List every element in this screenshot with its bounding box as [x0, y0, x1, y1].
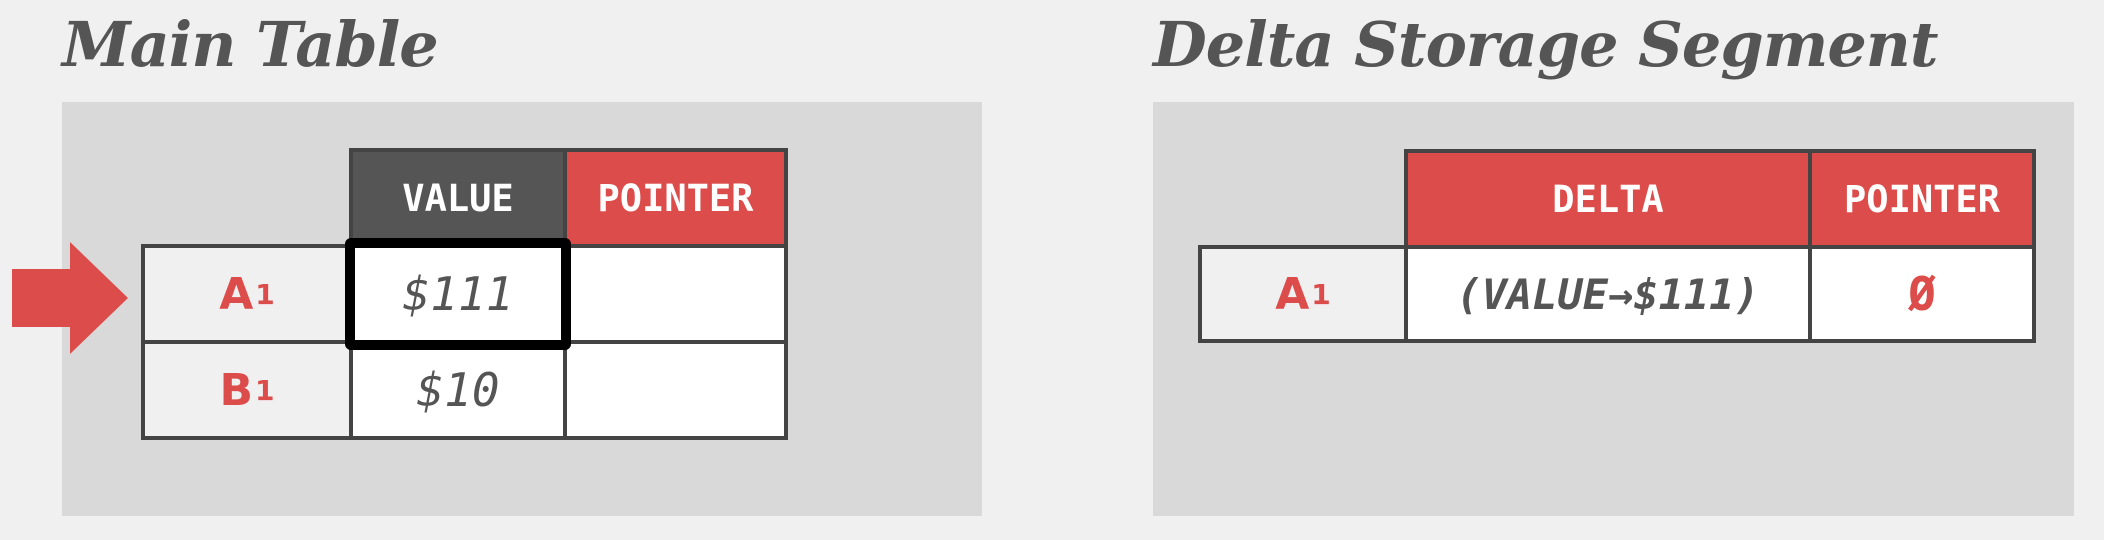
main-header-pointer: POINTER	[563, 148, 788, 248]
main-row-key-a1: A1	[141, 244, 353, 344]
main-header-value: VALUE	[349, 148, 567, 248]
key-letter: A	[1275, 268, 1310, 320]
main-row-pointer-b1	[563, 340, 788, 440]
delta-row-delta-a1: (VALUE→$111)	[1404, 245, 1812, 343]
highlighted-value-cell	[345, 238, 571, 350]
delta-header-delta: DELTA	[1404, 149, 1812, 249]
delta-row-pointer-a1: Ø	[1808, 245, 2036, 343]
main-row-key-b1: B1	[141, 340, 353, 440]
main-row-value-b1: $10	[349, 340, 567, 440]
delta-storage-title: Delta Storage Segment	[1153, 8, 1938, 81]
key-letter: B	[219, 364, 254, 416]
main-row-pointer-a1	[563, 244, 788, 344]
delta-row-key-a1: A1	[1198, 245, 1408, 343]
key-letter: A	[219, 268, 254, 320]
key-subscript: 1	[1311, 277, 1331, 311]
right-arrow-icon	[12, 242, 128, 354]
main-table-title: Main Table	[62, 8, 439, 81]
delta-header-pointer: POINTER	[1808, 149, 2036, 249]
key-subscript: 1	[255, 277, 275, 311]
key-subscript: 1	[255, 373, 275, 407]
